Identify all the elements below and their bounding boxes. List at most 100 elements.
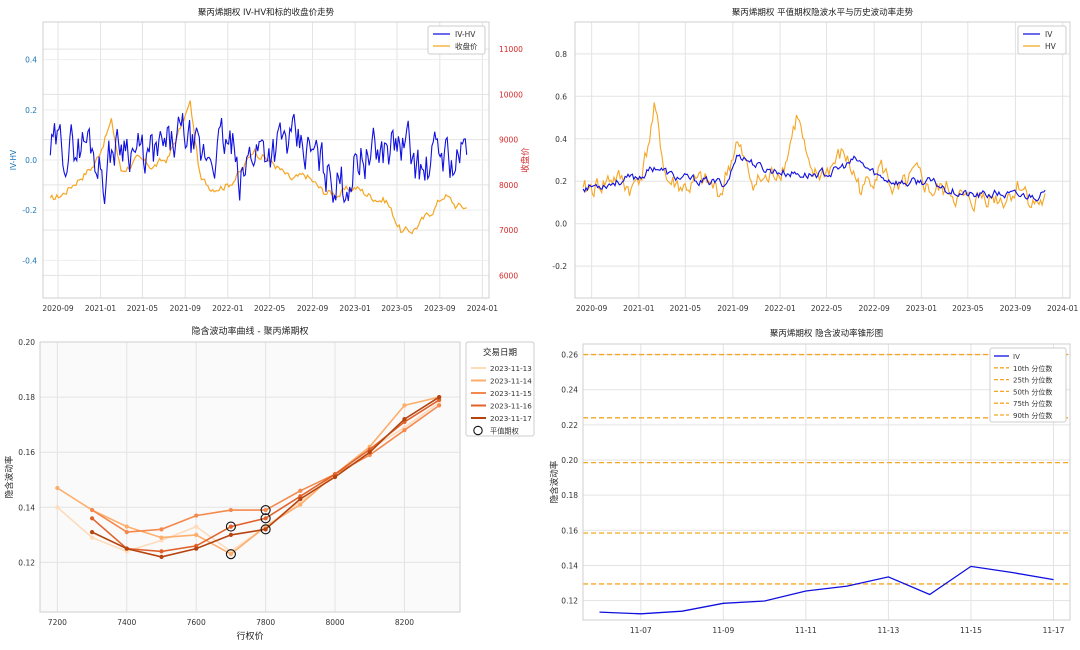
x-tick-label: 7200 bbox=[48, 618, 67, 627]
series-line-close bbox=[49, 100, 467, 235]
x-tick-label: 2022-01 bbox=[764, 304, 796, 313]
data-point bbox=[228, 552, 234, 557]
data-point bbox=[228, 524, 234, 529]
data-point bbox=[437, 395, 442, 400]
x-tick-label: 2022-05 bbox=[254, 304, 286, 313]
x-tick-label: 2023-01 bbox=[339, 304, 371, 313]
left-tick-label: 0.2 bbox=[25, 106, 37, 115]
data-point bbox=[194, 546, 199, 551]
x-tick-label: 2021-01 bbox=[623, 304, 655, 313]
y-tick-label: 0.12 bbox=[561, 597, 578, 606]
right-tick-label: 6000 bbox=[499, 271, 518, 280]
x-tick-label: 2023-09 bbox=[424, 304, 456, 313]
legend-label: 90th 分位数 bbox=[1013, 411, 1052, 420]
data-point bbox=[228, 532, 234, 537]
legend-box bbox=[1017, 25, 1067, 55]
x-tick-label: 2023-01 bbox=[906, 304, 938, 313]
data-point bbox=[332, 474, 338, 480]
panel-iv-hv-history: 2020-09 2021-01 2021-05 2021-09 2022-01 2022-… bbox=[552, 7, 1078, 313]
series-line-iv bbox=[599, 565, 1054, 615]
data-point bbox=[298, 488, 303, 493]
data-point bbox=[159, 535, 164, 540]
x-tick-label: 2023-05 bbox=[952, 304, 984, 313]
left-tick-label: -0.2 bbox=[22, 206, 37, 215]
x-tick-label: 2022-01 bbox=[212, 304, 244, 313]
y-axis-label: 隐含波动率 bbox=[549, 460, 560, 503]
y-tick-label: 0.14 bbox=[561, 562, 578, 571]
data-point bbox=[402, 428, 407, 433]
x-tick-label: 11-07 bbox=[630, 626, 652, 635]
series-line-iv bbox=[582, 154, 1046, 202]
y-tick-label: 0.2 bbox=[555, 177, 567, 186]
x-tick-label: 7600 bbox=[187, 618, 206, 627]
left-tick-label: -0.4 bbox=[22, 256, 37, 265]
plot-frame bbox=[574, 21, 1071, 299]
y-tick-label: 0.16 bbox=[561, 526, 578, 535]
y-tick-label: 0.6 bbox=[555, 92, 567, 101]
y-tick-label: 0.12 bbox=[18, 558, 35, 567]
right-tick-label: 10000 bbox=[499, 90, 523, 99]
y-tick-label: 0.0 bbox=[555, 220, 567, 229]
x-tick-label: 8200 bbox=[395, 618, 414, 627]
legend-label: HV bbox=[1045, 42, 1057, 51]
data-point bbox=[402, 403, 407, 408]
y-tick-label: 0.18 bbox=[18, 393, 35, 402]
y-tick-label: 0.14 bbox=[18, 503, 35, 512]
legend-label: 10th 分位数 bbox=[1013, 364, 1052, 373]
data-point bbox=[159, 554, 164, 559]
x-tick-label: 11-13 bbox=[878, 626, 900, 635]
x-tick-label: 2022-09 bbox=[858, 304, 890, 313]
x-tick-label: 11-15 bbox=[960, 626, 982, 635]
legend-label: 2023-11-13 bbox=[490, 364, 532, 373]
x-tick-label: 2022-09 bbox=[297, 304, 329, 313]
chart-title: 聚丙烯期权 IV-HV和标的收盘价走势 bbox=[198, 7, 335, 18]
data-point bbox=[298, 502, 303, 507]
data-point bbox=[194, 513, 199, 518]
y-tick-label: 0.26 bbox=[561, 351, 578, 360]
right-tick-label: 8000 bbox=[499, 181, 518, 190]
y-axis-label: 隐含波动率 bbox=[4, 455, 15, 498]
plot-background bbox=[40, 342, 460, 612]
legend-label: IV bbox=[1045, 30, 1053, 39]
x-tick-label: 2021-05 bbox=[127, 304, 159, 313]
legend-box bbox=[989, 347, 1067, 423]
data-point bbox=[298, 496, 303, 502]
x-tick-label: 2022-05 bbox=[811, 304, 843, 313]
x-tick-label: 7800 bbox=[256, 618, 275, 627]
panel-iv-hv-close: 2020-09 2021-01 2021-05 2021-09 2022-01 2022-… bbox=[9, 7, 531, 313]
x-tick-label: 2023-09 bbox=[1000, 304, 1032, 313]
legend-title: 交易日期 bbox=[483, 347, 517, 358]
y-tick-label: 0.22 bbox=[561, 421, 578, 430]
data-point bbox=[159, 527, 164, 532]
data-point bbox=[263, 527, 268, 532]
data-point bbox=[55, 485, 60, 491]
data-point bbox=[89, 535, 95, 540]
data-point bbox=[228, 507, 234, 513]
data-point bbox=[194, 524, 199, 529]
data-point bbox=[89, 507, 95, 513]
legend-label: 2023-11-14 bbox=[490, 377, 532, 386]
y-tick-label: 0.18 bbox=[561, 491, 578, 500]
x-tick-label: 11-17 bbox=[1043, 626, 1065, 635]
data-point bbox=[263, 516, 268, 521]
data-point bbox=[124, 546, 129, 551]
y-tick-label: 0.16 bbox=[18, 448, 35, 457]
x-tick-label: 2020-09 bbox=[42, 304, 74, 313]
panel-volatility-cone: 11-07 11-09 11-11 11-13 11-15 11-17 0.12 0.14 0.… bbox=[549, 328, 1070, 635]
data-point bbox=[89, 530, 95, 535]
x-tick-label: 2024-01 bbox=[467, 304, 499, 313]
left-tick-label: 0.0 bbox=[25, 156, 37, 165]
data-point bbox=[159, 549, 164, 554]
right-tick-label: 11000 bbox=[499, 45, 523, 54]
data-point bbox=[89, 516, 95, 521]
x-tick-label: 2023-05 bbox=[381, 304, 413, 313]
data-point bbox=[367, 450, 372, 455]
x-axis-label: 行权价 bbox=[236, 630, 263, 642]
x-tick-label: 2021-09 bbox=[170, 304, 202, 313]
right-tick-label: 9000 bbox=[499, 136, 518, 145]
y-tick-label: -0.2 bbox=[552, 262, 567, 271]
y-axis-label-left: IV-HV bbox=[9, 149, 18, 170]
x-tick-label: 11-09 bbox=[712, 626, 734, 635]
y-tick-label: 0.8 bbox=[555, 50, 567, 59]
legend-label: 75th 分位数 bbox=[1013, 399, 1052, 408]
